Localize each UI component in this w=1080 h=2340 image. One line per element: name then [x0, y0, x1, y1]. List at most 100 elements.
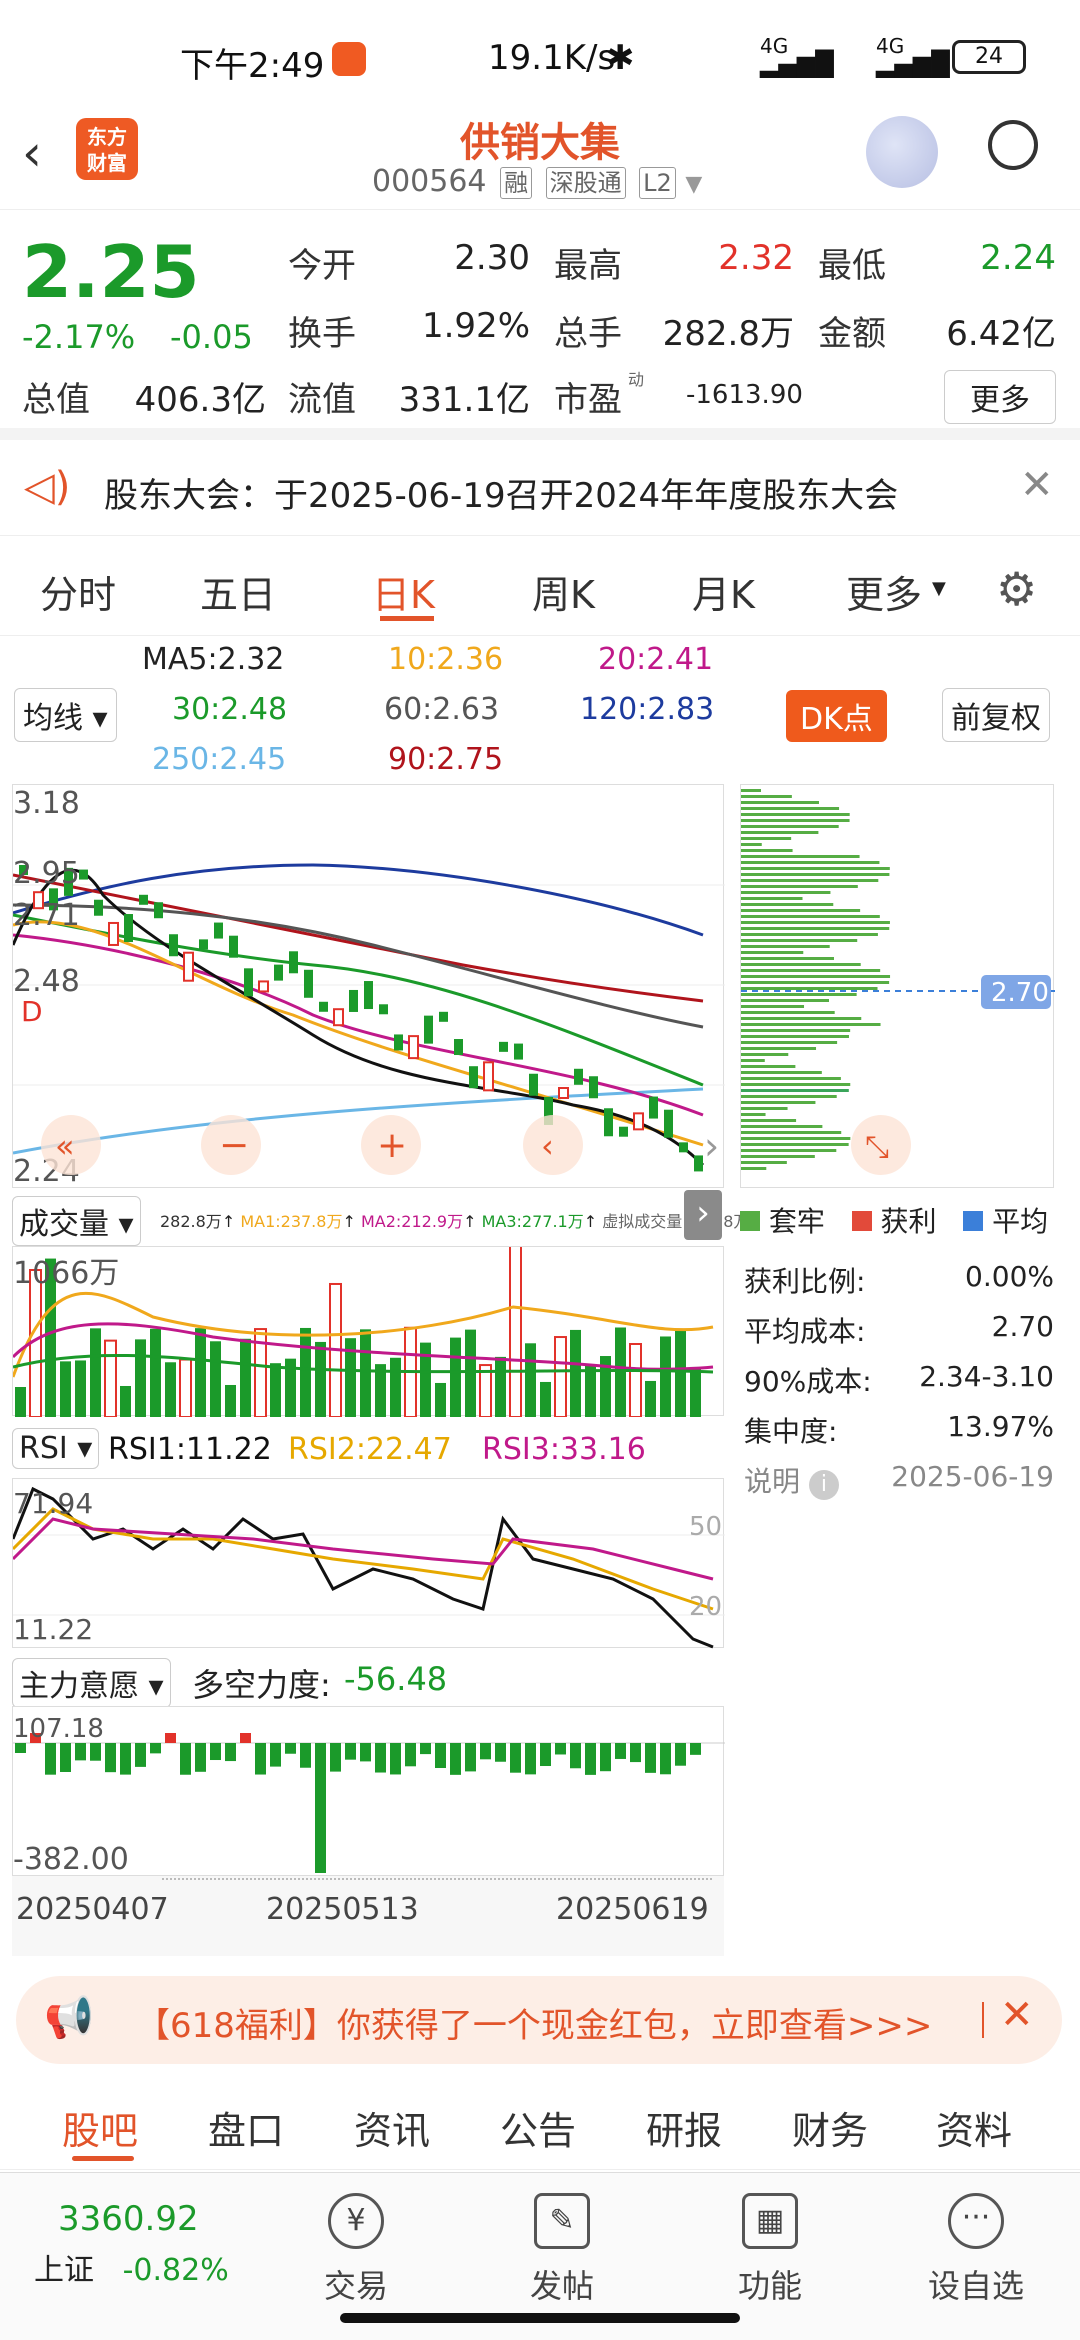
chip-bar [741, 1119, 797, 1122]
main-force-bar [345, 1743, 356, 1760]
yen-icon: ¥ [328, 2193, 384, 2249]
volume-bar [270, 1363, 281, 1417]
battery-level: 24 [975, 44, 1003, 69]
stock-header: ‹ 东方 财富 供销大集 000564 融 深股通 L2 ▼ [0, 110, 1080, 210]
bottom-post[interactable]: ✎ 发帖 [492, 2193, 632, 2307]
chip-date: 2025-06-19 [891, 1460, 1054, 1493]
mktcap-label[interactable]: 总值 [22, 372, 90, 421]
pe-label[interactable]: 市盈 [554, 372, 622, 421]
nav-announcement[interactable]: 公告 [500, 2100, 576, 2155]
chart-arrow-right-icon[interactable]: › [704, 1124, 719, 1168]
candle [589, 1076, 598, 1099]
rsi-selector[interactable]: RSI ▾ [12, 1428, 100, 1469]
bottom-add-watchlist[interactable]: ··· 设自选 [906, 2193, 1046, 2307]
main-force-ytop: 107.18 [13, 1714, 104, 1744]
chip-bar [741, 1059, 765, 1062]
nav-guba[interactable]: 股吧 [62, 2100, 138, 2155]
volume-bar [300, 1327, 311, 1417]
candle [633, 1112, 644, 1131]
chip-bar [741, 807, 840, 810]
bottom-trade[interactable]: ¥ 交易 [286, 2193, 426, 2307]
chip-bar [741, 1107, 788, 1110]
bottom-add-watchlist-label: 设自选 [927, 2267, 1024, 2305]
notice-bar[interactable]: ◁) 股东大会：于2025-06-19召开2024年年度股东大会 ✕ [0, 448, 1080, 536]
chip-bar [741, 1089, 849, 1092]
nav-news[interactable]: 资讯 [354, 2100, 430, 2155]
volume-label: 总手 [554, 314, 622, 354]
main-force-bar [210, 1743, 221, 1761]
chip-bar [741, 1047, 817, 1050]
high-label: 最高 [554, 246, 622, 286]
more-button[interactable]: 更多 [944, 370, 1056, 424]
nav-research[interactable]: 研报 [646, 2100, 722, 2155]
volume-chart[interactable]: 1066万 [11, 1236, 724, 1419]
chip-bar [741, 831, 819, 834]
main-force-value: -56.48 [344, 1660, 448, 1698]
volume-selector[interactable]: 成交量 ▾ [12, 1196, 141, 1246]
kline-ytop: 3.18 [13, 786, 80, 821]
nav-pankou[interactable]: 盘口 [208, 2100, 284, 2155]
content-nav: 股吧 盘口 资讯 公告 研报 财务 资料 [0, 2080, 1080, 2170]
index-widget[interactable]: 3360.92 上证 -0.82% [34, 2199, 229, 2289]
promo-banner[interactable]: 📢 【618福利】你获得了一个现金红包，立即查看>>> ✕ [16, 1976, 1062, 2064]
tab-timeshare[interactable]: 分时 [40, 564, 116, 619]
volume-bar [645, 1380, 656, 1417]
close-icon[interactable]: ✕ [1020, 462, 1054, 508]
ma250-line [12, 1087, 704, 1155]
volume-selector-label: 成交量 [19, 1207, 109, 1242]
candle [304, 969, 313, 998]
chip-bar [741, 801, 819, 804]
adjust-button[interactable]: 前复权 [942, 688, 1050, 742]
dk-button[interactable]: DK点 [786, 690, 887, 742]
zoom-in-icon: + [377, 1125, 407, 1166]
tab-weekly-k[interactable]: 周K [532, 564, 595, 619]
tab-five-day[interactable]: 五日 [200, 564, 276, 619]
speaker-icon: ◁) [24, 464, 71, 510]
chip-distribution[interactable]: 2.70 ⤡ [740, 784, 1055, 1188]
main-force-selector[interactable]: 主力意愿 ▾ [12, 1658, 171, 1708]
signal-icon-1: ▂▄▆█ [760, 50, 834, 78]
main-force-bar [465, 1743, 476, 1772]
nav-finance[interactable]: 财务 [792, 2100, 868, 2155]
kline-chart[interactable]: 3.18 2.95 2.71 2.48 D 2.24 « − + ‹ [11, 784, 913, 1189]
rsi-svg: 71.94 11.22 50 20 [11, 1486, 725, 1649]
tab-monthly-k[interactable]: 月K [692, 564, 755, 619]
chip-bars [741, 789, 891, 1170]
volume-bar [360, 1329, 371, 1417]
candle [499, 1041, 508, 1052]
promo-close-icon[interactable]: ✕ [1000, 1992, 1034, 2038]
next-page-button[interactable]: › [684, 1190, 722, 1240]
volume-bar [525, 1343, 536, 1417]
bottom-function[interactable]: ▦ 功能 [700, 2193, 840, 2307]
volume-bar [690, 1366, 701, 1417]
main-force-chart[interactable]: 107.18 -382.00 [12, 1706, 725, 1877]
chip-bar [741, 1035, 849, 1038]
chip-stat-key: 90%成本: [744, 1365, 872, 1398]
main-force-bar [570, 1743, 581, 1769]
main-force-bar [615, 1743, 626, 1759]
robot-assistant-icon[interactable] [866, 116, 938, 188]
stock-code: 000564 [372, 164, 487, 199]
search-icon[interactable] [988, 120, 1038, 170]
candle [558, 1087, 569, 1100]
ma-selector[interactable]: 均线 ▾ [14, 688, 117, 742]
candle [619, 1126, 628, 1137]
chip-note-row[interactable]: 说明 i 2025-06-19 [744, 1460, 1054, 1510]
stock-code-row[interactable]: 000564 融 深股通 L2 ▼ [372, 164, 702, 199]
volume-bar [495, 1356, 506, 1417]
rsi-chart[interactable]: 71.94 11.22 50 20 [11, 1478, 725, 1649]
main-force-bar [240, 1733, 251, 1743]
rsi-ytop: 71.94 [13, 1487, 93, 1520]
chip-bar [741, 1131, 842, 1134]
turnover-label[interactable]: 换手 [288, 306, 356, 355]
tab-more[interactable]: 更多 [846, 564, 922, 619]
main-force-bar [150, 1743, 161, 1754]
main-force-bar [540, 1743, 551, 1767]
kline-y4: 2.48 [13, 964, 80, 999]
rsi3-label: RSI3:33.16 [482, 1432, 646, 1467]
nav-profile[interactable]: 资料 [936, 2100, 1012, 2155]
settings-gear-icon[interactable]: ⚙ [996, 562, 1037, 616]
bottom-post-label: 发帖 [529, 2267, 594, 2305]
tab-daily-k[interactable]: 日K [372, 564, 435, 619]
main-force-bar [585, 1743, 596, 1775]
